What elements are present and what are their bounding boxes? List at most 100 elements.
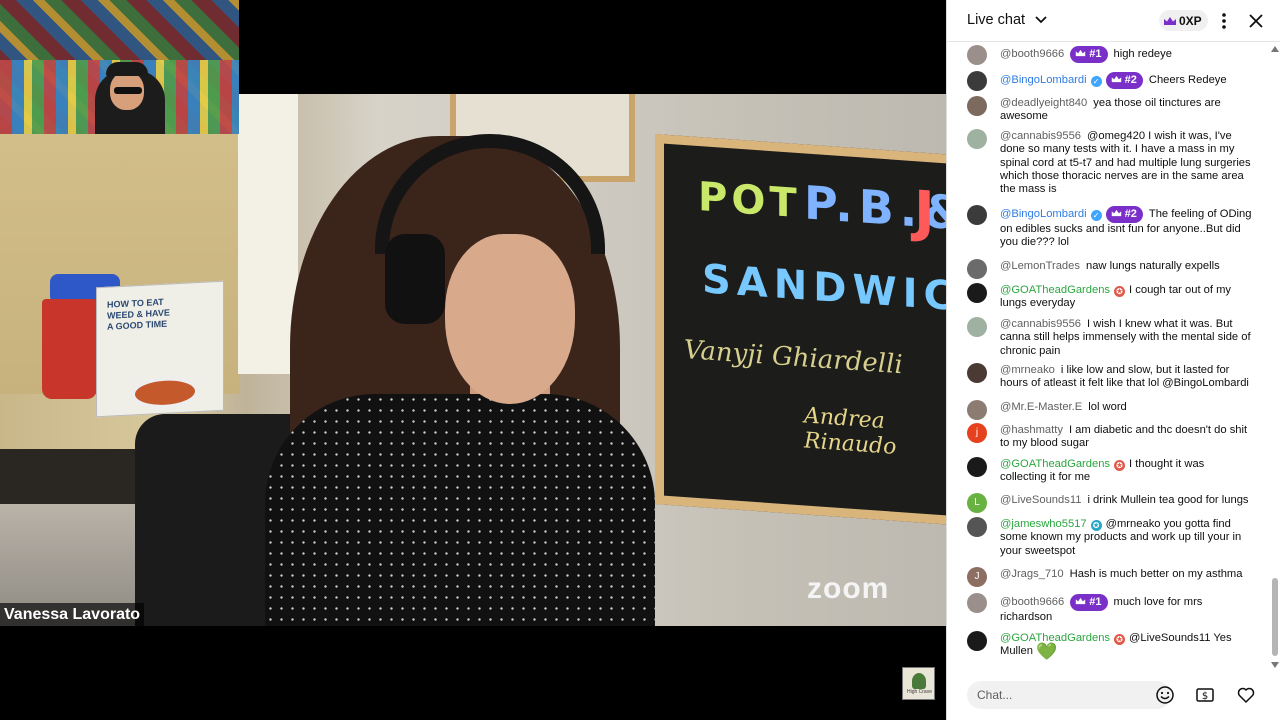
- xp-badge[interactable]: 0XP: [1159, 10, 1208, 31]
- message-author[interactable]: @Jrags_710: [1000, 568, 1064, 580]
- chat-footer: Chat... $: [947, 670, 1280, 720]
- heart-icon[interactable]: [1236, 685, 1256, 705]
- avatar[interactable]: j: [967, 423, 987, 443]
- chat-message-list[interactable]: @booth9666 #1 high redeye @BingoLombardi ✓ #…: [947, 42, 1269, 670]
- green-heart-emoji: 💚: [1036, 642, 1058, 662]
- rank-label: #1: [1089, 596, 1102, 608]
- scrollbar-thumb[interactable]: [1272, 578, 1278, 656]
- message-text: high redeye: [1113, 48, 1172, 60]
- member-badge-icon: ✪: [1114, 286, 1126, 297]
- close-icon[interactable]: [1247, 12, 1265, 30]
- message-author[interactable]: @booth9666: [1000, 48, 1064, 60]
- chalk-text-pot: POT: [698, 174, 801, 228]
- message-author[interactable]: @booth9666: [1000, 596, 1064, 608]
- avatar[interactable]: [967, 400, 987, 420]
- rank-label: #2: [1124, 208, 1137, 220]
- avatar[interactable]: [967, 96, 987, 116]
- avatar[interactable]: [967, 259, 987, 279]
- message-author[interactable]: @LemonTrades: [1000, 260, 1080, 272]
- message-author[interactable]: @mrneako: [1000, 364, 1055, 376]
- window: [238, 94, 298, 374]
- message-author[interactable]: @GOATheadGardens: [1000, 458, 1110, 470]
- rank-badge: #2: [1105, 72, 1143, 89]
- member-badge-icon: ✪: [1090, 520, 1102, 531]
- chalkboard: POT P.B.& J SANDWICH Vanyji Ghiardelli A…: [655, 134, 946, 525]
- avatar[interactable]: [967, 363, 987, 383]
- crown-icon: [1076, 49, 1086, 57]
- chat-input[interactable]: Chat...: [967, 681, 1171, 709]
- crown-icon: [1111, 209, 1121, 217]
- avatar[interactable]: [967, 457, 987, 477]
- xp-value: 0XP: [1179, 13, 1202, 28]
- host-webcam-pip: [0, 0, 239, 134]
- message-text: Hash is much better on my asthma: [1069, 568, 1243, 580]
- message-text: i drink Mullein tea good for lungs: [1087, 494, 1249, 506]
- book-title: HOW TO EAT WEED & HAVE A GOOD TIME: [107, 296, 170, 332]
- cup: [42, 299, 97, 399]
- rank-label: #1: [1089, 48, 1102, 60]
- avatar[interactable]: [967, 45, 987, 65]
- rank-badge: #1: [1070, 594, 1108, 611]
- avatar[interactable]: [967, 283, 987, 303]
- message-author[interactable]: @BingoLombardi: [1000, 74, 1087, 86]
- zoom-watermark: zoom: [807, 572, 890, 605]
- avatar[interactable]: [967, 593, 987, 613]
- channel-logo-text: High Crave: [906, 689, 932, 695]
- chat-mode-dropdown[interactable]: Live chat: [967, 12, 1025, 28]
- message-author[interactable]: @Mr.E-Master.E: [1000, 401, 1082, 413]
- more-options-icon[interactable]: [1215, 11, 1233, 31]
- scroll-up-arrow-icon[interactable]: [1271, 46, 1279, 52]
- chalk-signature-2: Andrea Rinaudo: [804, 403, 897, 460]
- scroll-down-arrow-icon[interactable]: [1271, 662, 1279, 668]
- guest-video-feed: HOW TO EAT WEED & HAVE A GOOD TIME POT P…: [0, 94, 946, 626]
- leaf-icon: [912, 673, 926, 689]
- video-player[interactable]: HOW TO EAT WEED & HAVE A GOOD TIME POT P…: [0, 0, 946, 720]
- message-author[interactable]: @hashmatty: [1000, 424, 1063, 436]
- member-badge-icon: ✪: [1114, 634, 1126, 645]
- chalk-text-sandwich: SANDWICH: [702, 256, 946, 324]
- super-chat-icon[interactable]: $: [1195, 685, 1215, 705]
- avatar[interactable]: [967, 129, 987, 149]
- member-badge-icon: ✪: [1114, 460, 1126, 471]
- chat-scrollbar[interactable]: [1269, 42, 1280, 670]
- avatar[interactable]: L: [967, 493, 987, 513]
- book: HOW TO EAT WEED & HAVE A GOOD TIME: [96, 280, 224, 418]
- message-text: Cheers Redeye: [1148, 74, 1227, 86]
- avatar[interactable]: [967, 631, 987, 651]
- chat-header: Live chat 0XP: [947, 0, 1280, 42]
- message-author[interactable]: @cannabis9556: [1000, 130, 1081, 142]
- message-text: lol word: [1088, 401, 1127, 413]
- speaker-shirt: [265, 394, 655, 626]
- message-author[interactable]: @LiveSounds11: [1000, 494, 1081, 506]
- chevron-down-icon[interactable]: [1034, 12, 1048, 26]
- avatar[interactable]: [967, 205, 987, 225]
- avatar[interactable]: [967, 317, 987, 337]
- crown-icon: [1111, 75, 1121, 83]
- chat-input-placeholder: Chat...: [977, 688, 1013, 702]
- avatar[interactable]: [967, 517, 987, 537]
- live-chat-panel: Live chat 0XP @booth9666 #1 high redeye …: [946, 0, 1280, 720]
- verified-icon: ✓: [1090, 210, 1102, 221]
- crown-icon: [1164, 16, 1176, 25]
- stream-viewer: HOW TO EAT WEED & HAVE A GOOD TIME POT P…: [0, 0, 1280, 720]
- emoji-icon[interactable]: [1155, 685, 1175, 705]
- svg-text:$: $: [1202, 691, 1208, 702]
- rank-label: #2: [1124, 74, 1137, 86]
- channel-logo[interactable]: High Crave: [902, 667, 935, 700]
- message-author[interactable]: @GOATheadGardens: [1000, 284, 1110, 296]
- message-text: naw lungs naturally expells: [1085, 260, 1220, 272]
- host-hat: [106, 62, 148, 76]
- verified-icon: ✓: [1090, 76, 1102, 87]
- message-author[interactable]: @deadlyeight840: [1000, 97, 1087, 109]
- avatar[interactable]: J: [967, 567, 987, 587]
- avatar[interactable]: [967, 71, 987, 91]
- message-author[interactable]: @cannabis9556: [1000, 318, 1081, 330]
- crown-icon: [1076, 597, 1086, 605]
- host-sunglasses: [114, 87, 142, 94]
- rank-badge: #2: [1105, 206, 1143, 223]
- message-author[interactable]: @jameswho5517: [1000, 518, 1087, 530]
- book-cover-image: [131, 374, 199, 411]
- message-author[interactable]: @BingoLombardi: [1000, 208, 1087, 220]
- chalk-text-j: J: [914, 179, 935, 246]
- speaker-name-tag: Vanessa Lavorato: [0, 603, 145, 626]
